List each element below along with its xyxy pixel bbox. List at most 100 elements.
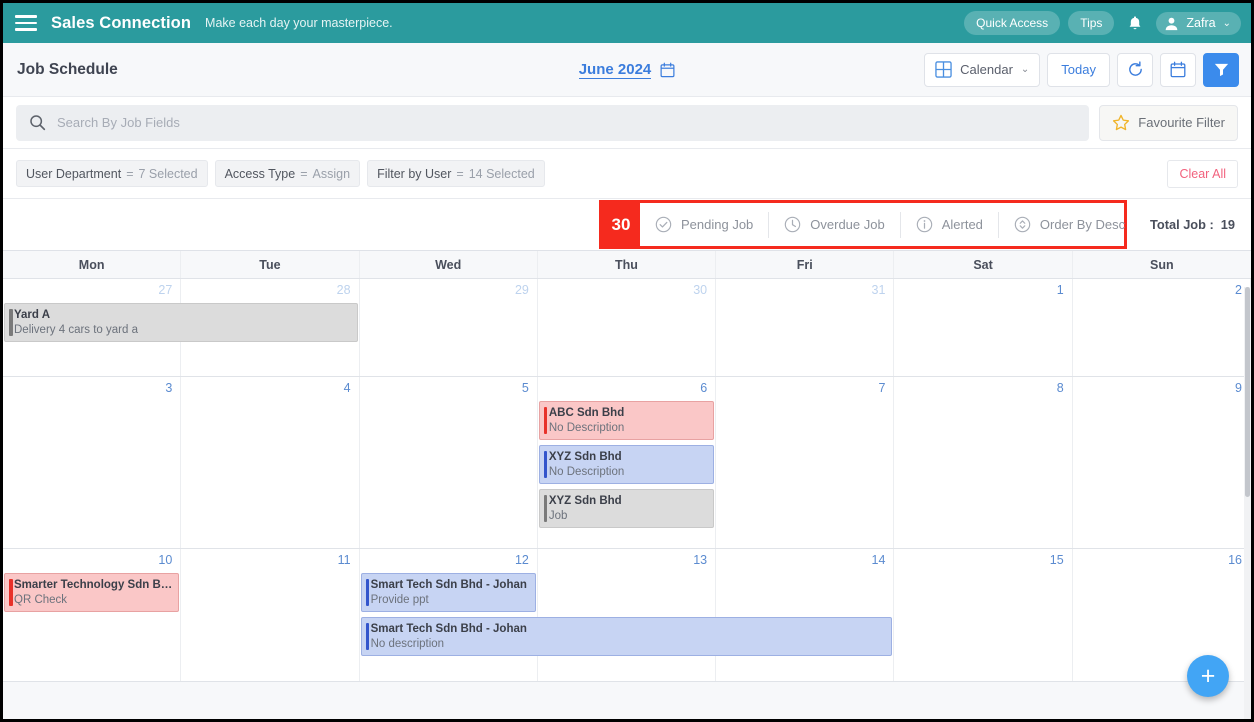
calendar-event[interactable]: XYZ Sdn Bhd Job [538,489,715,528]
event-title: XYZ Sdn Bhd [548,451,622,463]
job-status-toolbar: 30 Pending Job Overdue Job Alerted Order… [3,199,1251,251]
tips-button[interactable]: Tips [1068,11,1115,35]
calendar-day-cell[interactable]: 31 [716,279,895,376]
calendar-event[interactable]: Yard A Delivery 4 cars to yard a [4,303,358,342]
day-header-sat: Sat [894,251,1073,278]
calendar-scrollbar[interactable] [1244,287,1251,719]
sort-circle-icon [1014,216,1031,233]
calendar-event[interactable]: Smart Tech Sdn Bhd - Johan No description [360,617,893,656]
calendar-week-row: 10 11 12 13 14 15 16 Smarter Technology Sdn Bh.… [3,549,1251,682]
event-description: No description [370,638,445,651]
day-number: 15 [1049,553,1064,567]
filter-button[interactable] [1203,52,1239,87]
active-filters-bar: User Department = 7 Selected Access Type… [3,149,1251,199]
filter-chip-access-type[interactable]: Access Type = Assign [214,160,361,187]
status-filter-overdue-job[interactable]: Overdue Job [769,211,901,238]
calendar-icon [1170,61,1186,78]
month-calendar-icon[interactable] [660,62,675,78]
date-picker-button[interactable] [1160,52,1196,87]
event-description: No Description [548,422,625,435]
day-header-sun: Sun [1150,257,1174,272]
calendar-event[interactable]: Smarter Technology Sdn Bh... QR Check [4,573,180,612]
status-filter-label: Alerted [941,217,983,232]
calendar-day-cell[interactable]: 16 [1073,549,1251,681]
day-number: 2 [1235,283,1242,297]
current-month-label[interactable]: June 2024 [578,61,652,79]
status-filter-pending-job[interactable]: Pending Job [640,211,770,238]
bell-icon[interactable] [1122,10,1148,36]
calendar-day-cell[interactable]: 1 [894,279,1073,376]
day-number: 7 [878,381,886,395]
user-icon [1166,17,1178,30]
page-title: Job Schedule [17,60,118,78]
refresh-icon [1128,61,1142,76]
clear-all-filters-button[interactable]: Clear All [1167,159,1238,188]
calendar-day-cell[interactable]: 30 [538,279,717,376]
event-title: Smart Tech Sdn Bhd - Johan [370,623,527,635]
user-menu-button[interactable]: Zafra ⌄ [1156,11,1241,35]
day-number: 13 [693,553,708,567]
calendar-week-row: 27 28 29 30 31 1 2 Yard A Delivery 4 cars to yar… [3,279,1251,377]
filter-chip-filter-by-user[interactable]: Filter by User = 14 Selected [367,160,545,187]
calendar-day-cell[interactable]: 29 [360,279,538,376]
calendar-day-cell[interactable]: 2 [1073,279,1251,376]
day-number: 5 [521,381,529,395]
app-tagline: Make each day your masterpiece. [205,16,393,30]
highlighted-status-toolbar: 30 Pending Job Overdue Job Alerted Order… [599,200,1127,249]
day-number: 27 [158,283,173,297]
hamburger-menu-icon[interactable] [15,15,37,31]
calendar-day-cell[interactable]: 11 [181,549,360,681]
day-number: 9 [1235,381,1242,395]
chip-label: Filter by User [377,166,452,181]
add-job-button[interactable]: + [1187,655,1229,697]
calendar-day-cell[interactable]: 13 [538,549,717,681]
calendar-event[interactable]: XYZ Sdn Bhd No Description [538,445,715,484]
calendar-day-cell[interactable]: 7 [716,377,895,548]
page-header-actions: Calendar ⌄ Today [924,52,1239,87]
day-header-fri: Fri [716,251,895,278]
day-number: 31 [871,283,886,297]
day-header-mon: Mon [3,251,182,278]
view-mode-selector[interactable]: Calendar ⌄ [924,52,1041,87]
calendar-day-cell[interactable]: 8 [894,377,1073,548]
day-header-thu: Thu [538,251,717,278]
search-input[interactable]: Search By Job Fields [57,115,180,130]
calendar-event[interactable]: Smart Tech Sdn Bhd - Johan Provide ppt [360,573,536,612]
event-color-bar [365,623,370,650]
calendar-day-cell[interactable]: 10 [3,549,182,681]
status-filter-label: Pending Job [681,217,754,232]
chevron-down-icon: ⌄ [1222,17,1231,29]
clock-circle-icon [785,216,801,233]
refresh-button[interactable] [1117,52,1153,87]
calendar-day-cell[interactable]: 15 [894,549,1073,681]
event-title: Yard A [14,309,51,321]
grid-icon [935,61,952,78]
day-number: 1 [1056,283,1064,297]
quick-access-button[interactable]: Quick Access [964,11,1061,35]
status-filter-order-by-desc[interactable]: Order By Desc [999,212,1140,238]
search-bar: Search By Job Fields Favourite Filter [3,97,1251,149]
star-icon [1113,114,1130,130]
calendar-day-cell[interactable]: 12 [360,549,538,681]
calendar-event[interactable]: ABC Sdn Bhd No Description [538,401,715,440]
today-button[interactable]: Today [1047,52,1110,87]
view-mode-label: Calendar [960,62,1013,77]
event-color-bar [543,451,548,478]
favourite-filter-button[interactable]: Favourite Filter [1099,104,1238,141]
topbar-actions: Quick Access Tips Zafra ⌄ [964,10,1241,36]
day-header-tue: Tue [181,251,360,278]
event-description: Delivery 4 cars to yard a [14,324,138,337]
status-filter-alerted[interactable]: Alerted [901,211,999,238]
chip-value: 14 Selected [468,166,535,181]
day-number: 28 [336,283,351,297]
check-circle-icon [655,216,672,233]
calendar-day-cell[interactable]: 5 [360,377,538,548]
calendar-day-cell[interactable]: 14 [716,549,895,681]
calendar-day-cell[interactable]: 4 [181,377,360,548]
calendar-day-cell[interactable]: 9 [1073,377,1251,548]
search-input-container[interactable]: Search By Job Fields [16,104,1090,141]
status-filter-items: Pending Job Overdue Job Alerted Order By… [640,203,1140,246]
calendar-day-cell[interactable]: 3 [3,377,182,548]
day-number: 14 [871,553,886,567]
filter-chip-user-department[interactable]: User Department = 7 Selected [16,160,208,187]
